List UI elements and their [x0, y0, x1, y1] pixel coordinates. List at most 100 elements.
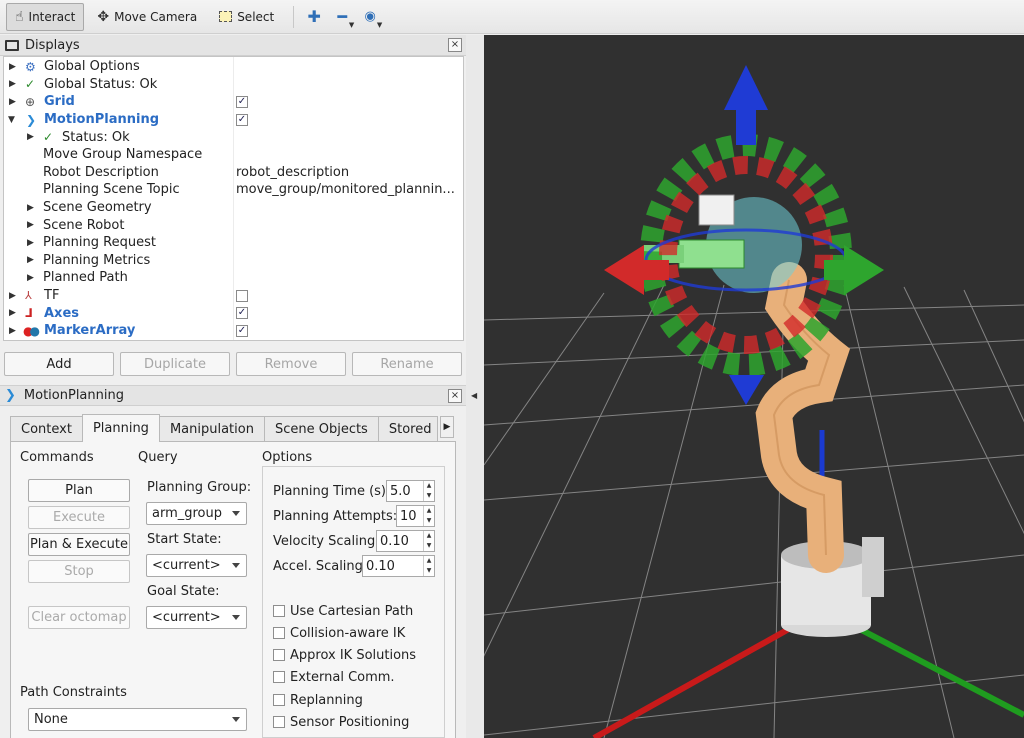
toolbar-separator	[293, 5, 295, 28]
spin-arrows-icon[interactable]: ▲ ▼	[423, 506, 434, 526]
tree-row-planning-scene-topic[interactable]: Planning Scene Topic move_group/monitore…	[4, 181, 463, 199]
expand-arrow-icon[interactable]: ▶	[9, 308, 16, 318]
z-translate-arrow[interactable]	[724, 65, 768, 145]
planning-group-value: arm_group	[152, 506, 223, 521]
axes-enabled-checkbox[interactable]: ✓	[236, 307, 248, 320]
planning-attempts-spinbox[interactable]: 10 ▲ ▼	[396, 505, 435, 527]
add-tool-button[interactable]: ✚	[300, 4, 328, 30]
add-display-button[interactable]: Add	[4, 352, 114, 376]
tree-row-global-status[interactable]: ▶ ✓ Global Status: Ok	[4, 76, 463, 94]
expand-arrow-icon[interactable]: ▶	[9, 326, 16, 336]
motionplanning-enabled-checkbox[interactable]: ✓	[236, 113, 248, 126]
gear-icon: ⚙	[25, 59, 36, 74]
stop-button[interactable]: Stop	[28, 560, 130, 583]
sensor-positioning-checkbox[interactable]: Sensor Positioning	[273, 713, 409, 731]
checkbox-box[interactable]	[273, 694, 285, 706]
collision-aware-ik-checkbox[interactable]: Collision-aware IK	[273, 624, 405, 642]
tree-row-global-options[interactable]: ▶ ⚙ Global Options	[4, 58, 463, 76]
tree-row-planning-metrics[interactable]: ▶ Planning Metrics	[4, 252, 463, 270]
checkbox-box[interactable]	[273, 649, 285, 661]
rename-display-button[interactable]: Rename	[352, 352, 462, 376]
tree-row-planned-path[interactable]: ▶ Planned Path	[4, 269, 463, 287]
displays-panel-title: Displays ×	[0, 35, 466, 56]
path-constraints-select[interactable]: None	[28, 708, 247, 731]
plan-and-execute-button[interactable]: Plan & Execute	[28, 533, 130, 556]
tree-row-axes[interactable]: ▶ ⅃ Axes ✓	[4, 304, 463, 322]
tab-manipulation[interactable]: Manipulation	[158, 416, 265, 441]
collapse-left-icon[interactable]: ◀	[471, 391, 477, 400]
tree-row-planning-request[interactable]: ▶ Planning Request	[4, 234, 463, 252]
tree-row-grid[interactable]: ▶ ⊕ Grid ✓	[4, 93, 463, 111]
goal-state-select[interactable]: <current>	[146, 606, 247, 629]
external-comm-checkbox[interactable]: External Comm.	[273, 668, 395, 686]
tab-context[interactable]: Context	[10, 416, 83, 441]
spin-arrows-icon[interactable]: ▲ ▼	[423, 531, 434, 551]
tab-planning[interactable]: Planning	[81, 414, 160, 442]
tf-enabled-checkbox[interactable]	[236, 289, 248, 302]
start-state-value: <current>	[152, 558, 221, 573]
motion-planning-title: MotionPlanning	[23, 388, 124, 403]
expand-arrow-icon[interactable]: ▶	[27, 203, 34, 213]
tab-scene-objects[interactable]: Scene Objects	[263, 416, 379, 441]
remove-tool-button[interactable]: ━ ▼	[328, 4, 356, 30]
expand-arrow-icon[interactable]: ▶	[9, 79, 16, 89]
motion-planning-close-button[interactable]: ×	[448, 389, 462, 403]
velocity-scaling-spinbox[interactable]: 0.10 ▲ ▼	[376, 530, 435, 552]
spin-arrows-icon[interactable]: ▲ ▼	[423, 556, 434, 576]
tree-row-markerarray[interactable]: ▶ ●● MarkerArray ✓	[4, 322, 463, 340]
tree-label: Robot Description	[43, 164, 159, 180]
z-translate-arrow-down[interactable]	[729, 375, 764, 405]
select-tool[interactable]: Select	[210, 3, 283, 31]
checkbox-box[interactable]	[273, 627, 285, 639]
tree-label: Planning Request	[43, 235, 156, 251]
use-cartesian-path-checkbox[interactable]: Use Cartesian Path	[273, 602, 413, 620]
execute-button[interactable]: Execute	[28, 506, 130, 529]
tree-row-motionplanning[interactable]: ▼ ❯ MotionPlanning ✓	[4, 111, 463, 129]
displays-close-button[interactable]: ×	[448, 38, 462, 52]
expand-arrow-icon[interactable]: ▶	[27, 255, 34, 265]
duplicate-display-button[interactable]: Duplicate	[120, 352, 230, 376]
expand-arrow-icon[interactable]: ▶	[27, 238, 34, 248]
expand-arrow-icon[interactable]: ▶	[27, 273, 34, 283]
checkbox-box[interactable]	[273, 671, 285, 683]
expand-arrow-icon[interactable]: ▶	[27, 132, 34, 142]
tree-value[interactable]: robot_description	[236, 165, 461, 180]
accel-scaling-spinbox[interactable]: 0.10 ▲ ▼	[362, 555, 435, 577]
expand-arrow-icon[interactable]: ▶	[27, 220, 34, 230]
tab-stored[interactable]: Stored	[377, 416, 438, 441]
3d-viewport[interactable]	[484, 35, 1024, 738]
plan-button[interactable]: Plan	[28, 479, 130, 502]
expand-arrow-icon[interactable]: ▶	[9, 291, 16, 301]
grid-enabled-checkbox[interactable]: ✓	[236, 96, 248, 109]
camera-type-button[interactable]: ◉ ▼	[356, 4, 384, 30]
tree-row-move-group-namespace[interactable]: Move Group Namespace	[4, 146, 463, 164]
expand-arrow-icon[interactable]: ▶	[9, 62, 16, 72]
checkbox-box[interactable]	[273, 716, 285, 728]
tree-row-status[interactable]: ▶ ✓ Status: Ok	[4, 128, 463, 146]
markerarray-enabled-checkbox[interactable]: ✓	[236, 325, 248, 337]
dropdown-arrow-icon: ▼	[348, 20, 355, 29]
motion-planning-icon: ❯	[26, 112, 37, 127]
tree-row-tf[interactable]: ▶ ⅄ TF	[4, 287, 463, 305]
tree-row-scene-robot[interactable]: ▶ Scene Robot	[4, 216, 463, 234]
move-camera-tool[interactable]: ✥ Move Camera	[88, 3, 206, 31]
interact-tool[interactable]: ☝ Interact	[6, 2, 85, 31]
clear-octomap-button[interactable]: Clear octomap	[28, 606, 130, 629]
remove-display-button[interactable]: Remove	[236, 352, 346, 376]
spin-arrows-icon[interactable]: ▲ ▼	[423, 481, 434, 501]
tree-row-robot-description[interactable]: Robot Description robot_description	[4, 164, 463, 182]
tree-value[interactable]: move_group/monitored_plannin...	[236, 182, 461, 197]
checkbox-box[interactable]	[273, 605, 285, 617]
replanning-checkbox[interactable]: Replanning	[273, 691, 363, 709]
collapse-arrow-icon[interactable]: ▼	[8, 115, 15, 125]
planning-time-spinbox[interactable]: 5.0 ▲ ▼	[386, 480, 435, 502]
tree-row-scene-geometry[interactable]: ▶ Scene Geometry	[4, 199, 463, 217]
planning-group-select[interactable]: arm_group	[146, 502, 247, 525]
tree-label: Planned Path	[43, 270, 128, 286]
expand-arrow-icon[interactable]: ▶	[9, 97, 16, 107]
panel-splitter[interactable]: ◀	[466, 35, 484, 738]
tree-label: MarkerArray	[44, 323, 136, 339]
start-state-select[interactable]: <current>	[146, 554, 247, 577]
tab-scroll-right-button[interactable]: ▶	[440, 416, 454, 438]
approx-ik-solutions-checkbox[interactable]: Approx IK Solutions	[273, 646, 416, 664]
